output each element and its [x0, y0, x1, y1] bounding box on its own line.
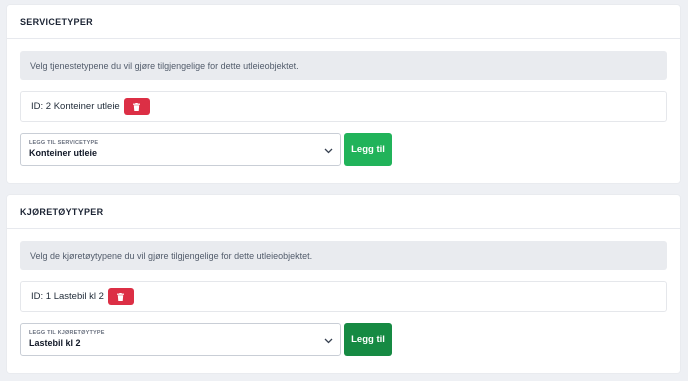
delete-vehicle-type-button[interactable] — [107, 288, 134, 305]
service-types-card: SERVICETYPER Velg tjenestetypene du vil … — [7, 5, 680, 183]
vehicle-type-select[interactable]: LEGG TIL KJØRETØYTYPE Lastebil kl 2 — [20, 323, 341, 356]
chevron-down-icon — [324, 148, 333, 154]
vehicle-type-item: ID: 1 Lastebil kl 2 — [20, 281, 667, 312]
service-type-item: ID: 2 Konteiner utleie — [20, 91, 667, 122]
vehicle-type-item-label: ID: 1 Lastebil kl 2 — [31, 291, 104, 302]
service-type-item-label: ID: 2 Konteiner utleie — [31, 101, 120, 112]
trash-icon — [133, 102, 141, 111]
delete-service-type-button[interactable] — [123, 98, 150, 115]
vehicle-types-info: Velg de kjøretøytypene du vil gjøre tilg… — [20, 241, 667, 270]
service-type-select[interactable]: LEGG TIL SERVICETYPE Konteiner utleie — [20, 133, 341, 166]
add-service-type-button[interactable]: Legg til — [344, 133, 392, 166]
vehicle-type-select-value: Lastebil kl 2 — [29, 338, 81, 348]
chevron-down-icon — [324, 338, 333, 344]
trash-icon — [117, 292, 125, 301]
service-types-info: Velg tjenestetypene du vil gjøre tilgjen… — [20, 51, 667, 80]
vehicle-types-title: KJØRETØYTYPER — [7, 195, 680, 229]
page: SERVICETYPER Velg tjenestetypene du vil … — [0, 0, 688, 381]
service-type-select-label: LEGG TIL SERVICETYPE — [29, 140, 99, 146]
service-types-title: SERVICETYPER — [7, 5, 680, 39]
add-vehicle-type-button[interactable]: Legg til — [344, 323, 392, 356]
vehicle-type-select-label: LEGG TIL KJØRETØYTYPE — [29, 330, 105, 336]
vehicle-types-card: KJØRETØYTYPER Velg de kjøretøytypene du … — [7, 195, 680, 373]
service-type-select-value: Konteiner utleie — [29, 148, 98, 158]
